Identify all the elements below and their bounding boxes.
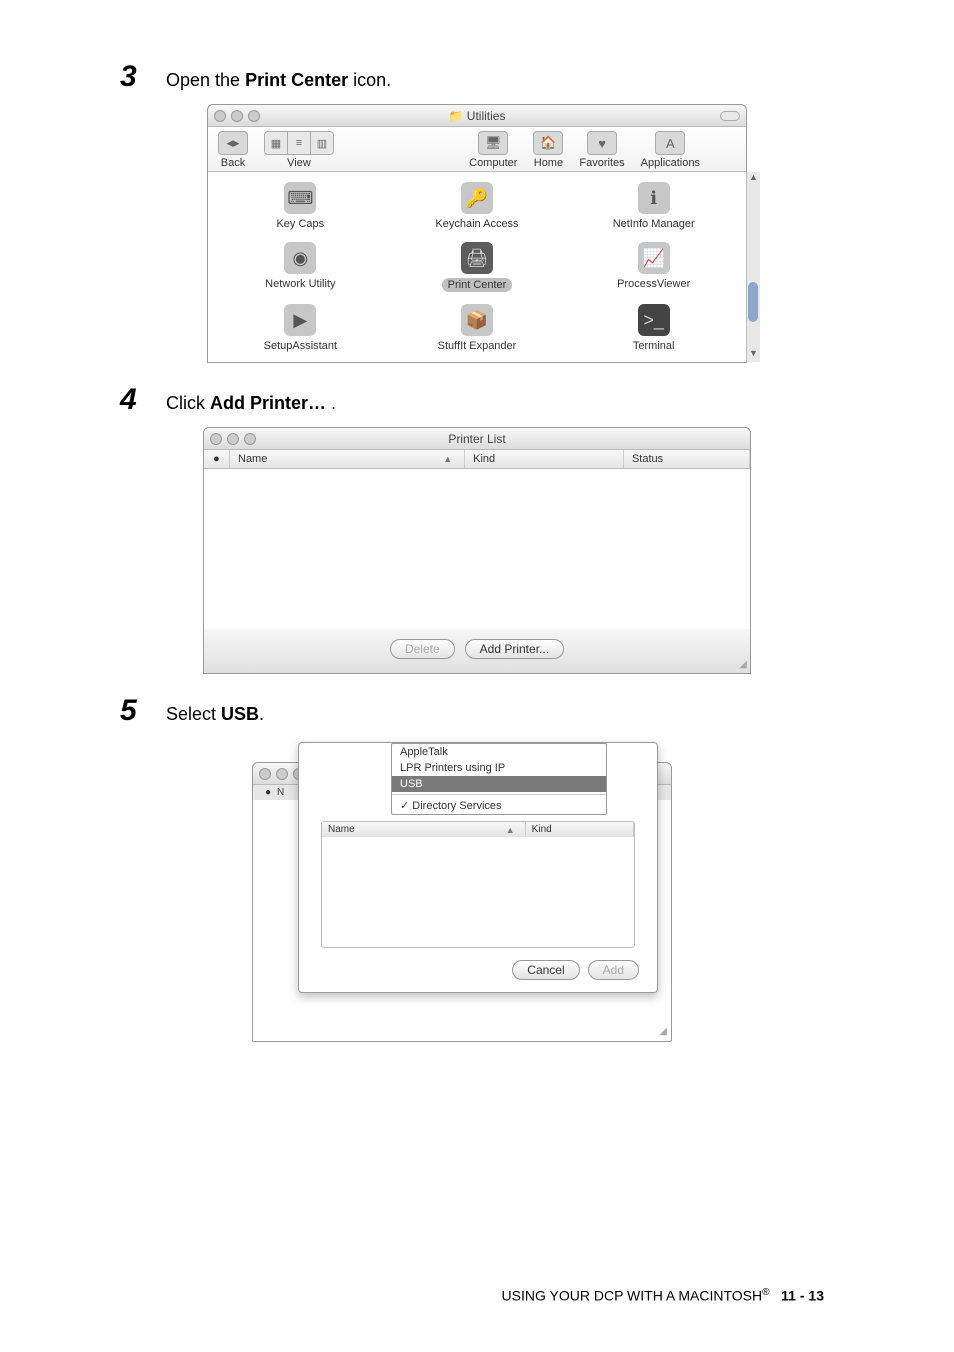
favorites-label: Favorites — [579, 157, 624, 169]
resize-grip-icon[interactable]: ◢ — [659, 1026, 667, 1037]
page-footer: USING YOUR DCP WITH A MACINTOSH® 11 - 13 — [0, 1287, 954, 1304]
app-print-center[interactable]: 🖨Print Center — [391, 242, 564, 292]
utilities-window: 📁 Utilities ◂▸ Back ▦≡▥ View 🖥 — [207, 104, 747, 363]
home-icon[interactable]: 🏠 — [533, 131, 563, 155]
computer-label: Computer — [469, 157, 517, 169]
home-label: Home — [533, 157, 563, 169]
col-name[interactable]: Name▲ — [230, 450, 465, 468]
step-4: 4 Click Add Printer… . Printer List ● Na… — [120, 383, 834, 674]
step-text: Select USB. — [166, 702, 264, 727]
view-label: View — [264, 157, 334, 169]
menu-usb[interactable]: USB — [392, 776, 606, 792]
app-process-viewer[interactable]: 📈ProcessViewer — [567, 242, 740, 292]
cancel-button[interactable]: Cancel — [512, 960, 579, 980]
step-text: Click Add Printer… . — [166, 391, 336, 416]
scroll-down-icon[interactable]: ▼ — [747, 348, 760, 362]
app-terminal[interactable]: >_Terminal — [567, 304, 740, 352]
app-netinfo[interactable]: ℹNetInfo Manager — [567, 182, 740, 230]
col-status[interactable]: Status — [624, 450, 750, 468]
col-default: ● — [259, 787, 277, 798]
delete-button[interactable]: Delete — [390, 639, 455, 659]
add-printer-button[interactable]: Add Printer... — [465, 639, 564, 659]
app-keychain[interactable]: 🔑Keychain Access — [391, 182, 564, 230]
window-title: 📁 Utilities — [208, 109, 746, 123]
col-kind[interactable]: Kind — [526, 822, 634, 837]
favorites-icon[interactable]: ♥ — [587, 131, 617, 155]
menu-lpr[interactable]: LPR Printers using IP — [392, 760, 606, 776]
col-default[interactable]: ● — [204, 450, 230, 468]
connection-sheet: AppleTalk LPR Printers using IP USB Dire… — [298, 742, 658, 993]
sheet-table-header: Name▲ Kind — [322, 822, 634, 837]
step-3: 3 Open the Print Center icon. 📁 Utilitie… — [120, 60, 834, 363]
minimize-icon[interactable] — [276, 768, 288, 780]
step-number: 4 — [120, 383, 148, 417]
table-header: ● Name▲ Kind Status — [204, 450, 750, 469]
col-name[interactable]: Name▲ — [322, 822, 526, 837]
back-icon[interactable]: ◂▸ — [218, 131, 248, 155]
add-printer-sheet: ● N ◢ AppleTalk LPR Printers using IP US… — [252, 738, 702, 1048]
printer-list-body — [204, 469, 750, 629]
step-5: 5 Select USB. ● N — [120, 694, 834, 1048]
scroll-thumb[interactable] — [748, 282, 758, 322]
step-text: Open the Print Center icon. — [166, 68, 391, 93]
col-name-fragment: N — [277, 787, 284, 798]
menu-directory-services[interactable]: Directory Services — [392, 797, 606, 814]
add-button[interactable]: Add — [588, 960, 639, 980]
applications-icon[interactable]: A — [655, 131, 685, 155]
connection-menu[interactable]: AppleTalk LPR Printers using IP USB Dire… — [391, 743, 607, 815]
computer-icon[interactable]: 🖥 — [478, 131, 508, 155]
menu-appletalk[interactable]: AppleTalk — [392, 744, 606, 760]
app-stuffit[interactable]: 📦StuffIt Expander — [391, 304, 564, 352]
app-keycaps[interactable]: ⌨Key Caps — [214, 182, 387, 230]
resize-grip-icon[interactable]: ◢ — [739, 659, 747, 670]
app-netutil[interactable]: ◉Network Utility — [214, 242, 387, 292]
sort-asc-icon: ▲ — [443, 454, 456, 464]
view-switcher[interactable]: ▦≡▥ — [264, 131, 334, 155]
printer-list-window: Printer List ● Name▲ Kind Status Delete … — [203, 427, 751, 674]
scrollbar[interactable]: ▲ ▼ — [746, 172, 760, 362]
app-setup-assistant[interactable]: ▶SetupAssistant — [214, 304, 387, 352]
sort-asc-icon: ▲ — [506, 825, 519, 835]
close-icon[interactable] — [259, 768, 271, 780]
step-number: 5 — [120, 694, 148, 728]
step-number: 3 — [120, 60, 148, 94]
applications-label: Applications — [641, 157, 700, 169]
sheet-list-body — [322, 837, 634, 947]
scroll-up-icon[interactable]: ▲ — [747, 172, 760, 186]
col-kind[interactable]: Kind — [465, 450, 624, 468]
back-label: Back — [218, 157, 248, 169]
window-title: Printer List — [204, 432, 750, 446]
